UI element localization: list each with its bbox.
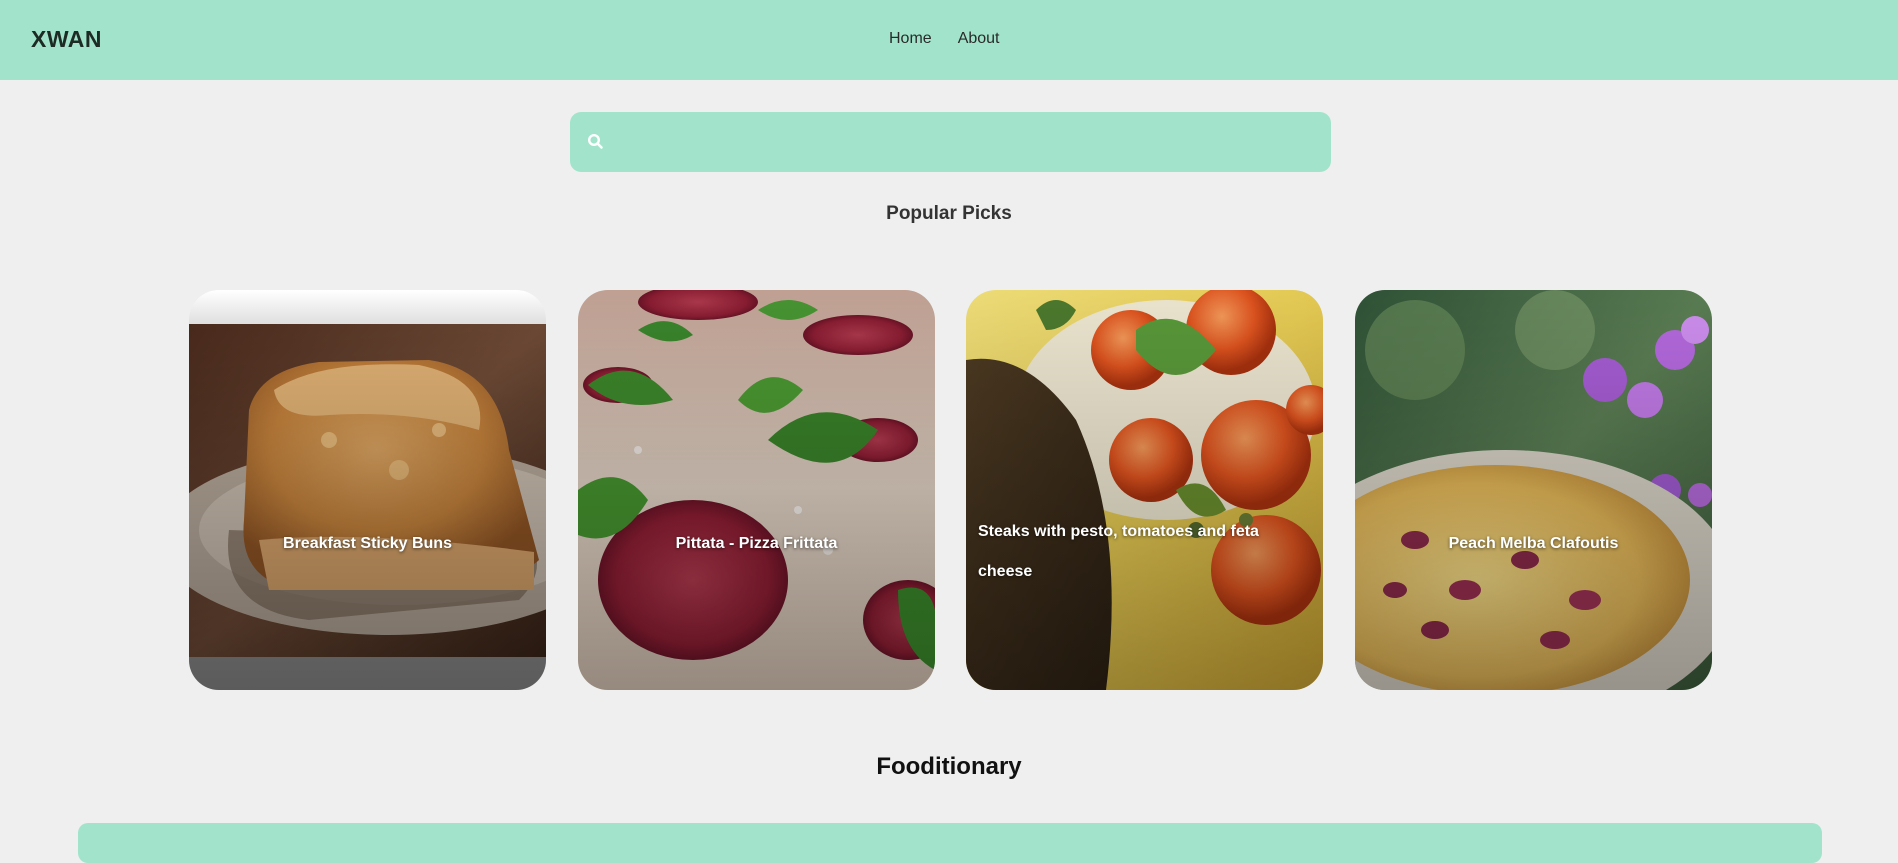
fooditionary-panel (78, 823, 1822, 863)
recipe-card-title: Pittata - Pizza Frittata (675, 535, 838, 552)
navbar: XWAN Home About (0, 0, 1898, 80)
nav-links: Home About (889, 30, 1000, 48)
recipe-card-peach-melba-clafoutis[interactable]: Peach Melba Clafoutis (1355, 290, 1712, 690)
recipe-card-steaks-with-pesto[interactable]: Steaks with pesto, tomatoes and feta che… (966, 290, 1323, 690)
recipe-card-pittata-pizza-frittata[interactable]: Pittata - Pizza Frittata (578, 290, 935, 690)
fooditionary-heading: Fooditionary (876, 753, 1022, 780)
search-input[interactable] (620, 112, 1324, 174)
recipe-card-title: Breakfast Sticky Buns (283, 535, 452, 552)
nav-link-about[interactable]: About (958, 30, 1000, 48)
search-bar[interactable] (570, 112, 1331, 174)
recipe-card-title: Steaks with pesto, tomatoes and feta che… (978, 523, 1259, 580)
search-icon[interactable] (586, 132, 606, 152)
recipe-card-breakfast-sticky-buns[interactable]: Breakfast Sticky Buns (189, 290, 546, 690)
brand-logo[interactable]: XWAN (31, 26, 102, 53)
recipe-card-title: Peach Melba Clafoutis (1448, 535, 1619, 552)
popular-picks-heading: Popular Picks (886, 203, 1012, 224)
nav-link-home[interactable]: Home (889, 30, 932, 48)
